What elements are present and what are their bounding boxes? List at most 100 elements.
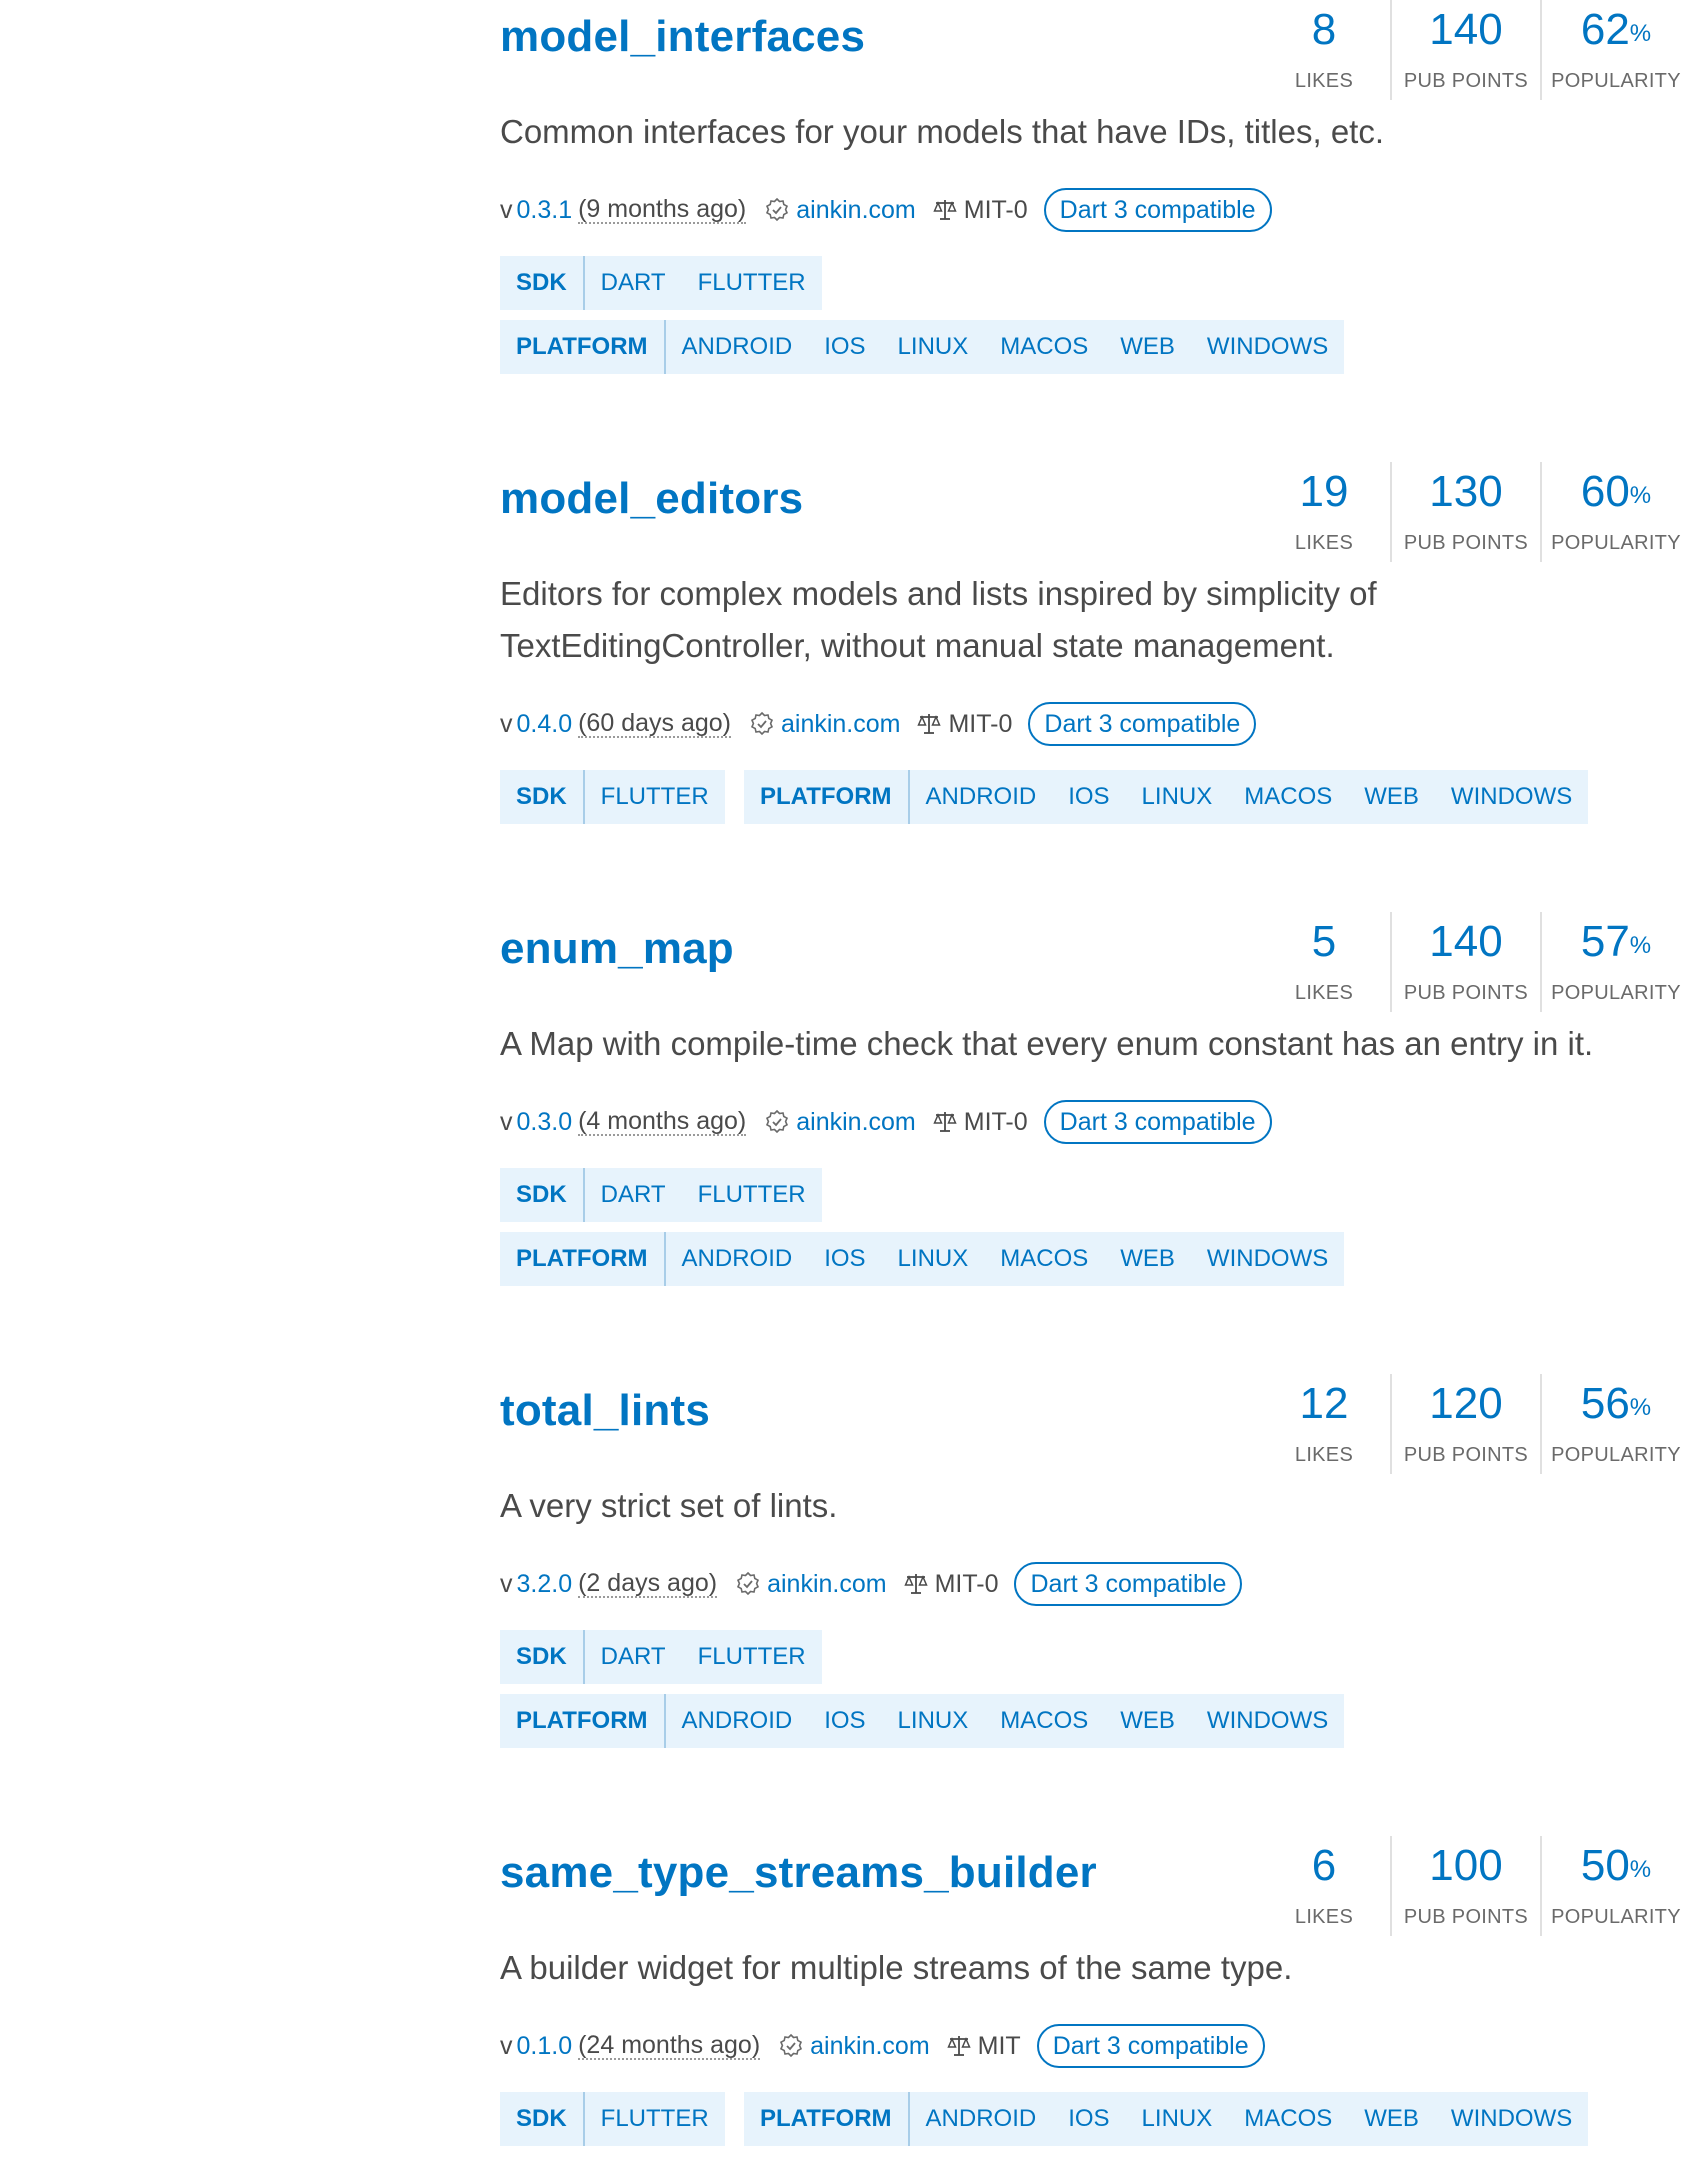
platform-tag-web[interactable]: WEB	[1348, 2092, 1435, 2146]
platform-tag-windows[interactable]: WINDOWS	[1191, 1232, 1344, 1286]
platform-tag-macos[interactable]: MACOS	[1228, 2092, 1348, 2146]
publisher-link[interactable]: ainkin.com	[810, 2032, 930, 2061]
pub-points-metric[interactable]: 130 PUB POINTS	[1390, 462, 1540, 562]
sdk-tag-row: SDK DART FLUTTER	[500, 1168, 822, 1222]
pub-points-label: PUB POINTS	[1403, 1906, 1529, 1928]
version-link[interactable]: 0.3.0	[517, 1108, 573, 1137]
platform-tag-linux[interactable]: LINUX	[882, 1232, 985, 1286]
platform-tag-linux[interactable]: LINUX	[1126, 770, 1229, 824]
likes-metric[interactable]: 12 LIKES	[1260, 1374, 1388, 1474]
package-title-link[interactable]: enum_map	[500, 924, 734, 974]
publisher-link[interactable]: ainkin.com	[781, 710, 901, 739]
platform-tag-macos[interactable]: MACOS	[984, 1694, 1104, 1748]
dart3-compatible-badge[interactable]: Dart 3 compatible	[1043, 1100, 1272, 1144]
dart3-compatible-badge[interactable]: Dart 3 compatible	[1036, 2024, 1265, 2068]
pub-points-metric[interactable]: 140 PUB POINTS	[1390, 0, 1540, 100]
platform-tag-web[interactable]: WEB	[1104, 1694, 1191, 1748]
sdk-tag-label[interactable]: SDK	[500, 770, 585, 824]
version-link[interactable]: 0.3.1	[517, 196, 573, 225]
dart3-compatible-badge[interactable]: Dart 3 compatible	[1014, 1562, 1243, 1606]
sdk-tag-dart[interactable]: DART	[585, 256, 682, 310]
popularity-label: POPULARITY	[1551, 532, 1681, 554]
platform-tag-label[interactable]: PLATFORM	[744, 770, 910, 824]
publisher-link[interactable]: ainkin.com	[796, 1108, 916, 1137]
sdk-tag-label[interactable]: SDK	[500, 1630, 585, 1684]
platform-tag-web[interactable]: WEB	[1104, 1232, 1191, 1286]
sdk-tag-dart[interactable]: DART	[585, 1630, 682, 1684]
likes-metric[interactable]: 8 LIKES	[1260, 0, 1388, 100]
package-title-link[interactable]: same_type_streams_builder	[500, 1848, 1097, 1898]
version-link[interactable]: 0.1.0	[517, 2032, 573, 2061]
platform-tag-row: PLATFORM ANDROID IOS LINUX MACOS WEB WINDOWS	[744, 770, 1589, 824]
platform-tag-android[interactable]: ANDROID	[910, 770, 1053, 824]
platform-tag-ios[interactable]: IOS	[1052, 770, 1125, 824]
pub-points-number: 100	[1429, 1841, 1503, 1890]
platform-tag-macos[interactable]: MACOS	[984, 1232, 1104, 1286]
sdk-tag-dart[interactable]: DART	[585, 1168, 682, 1222]
platform-tag-ios[interactable]: IOS	[808, 1232, 881, 1286]
pub-points-metric[interactable]: 120 PUB POINTS	[1390, 1374, 1540, 1474]
platform-tag-linux[interactable]: LINUX	[882, 320, 985, 374]
popularity-metric[interactable]: 60% POPULARITY	[1540, 462, 1688, 562]
sdk-tag-flutter[interactable]: FLUTTER	[682, 256, 822, 310]
likes-metric[interactable]: 6 LIKES	[1260, 1836, 1388, 1936]
popularity-metric[interactable]: 57% POPULARITY	[1540, 912, 1688, 1012]
platform-tag-macos[interactable]: MACOS	[1228, 770, 1348, 824]
sdk-tag-flutter[interactable]: FLUTTER	[682, 1168, 822, 1222]
package-meta: v 3.2.0 (2 days ago) ainkin.com MIT-0 Dart 3 …	[500, 1560, 1243, 1608]
publisher-link[interactable]: ainkin.com	[767, 1570, 887, 1599]
platform-tag-android[interactable]: ANDROID	[910, 2092, 1053, 2146]
license-text: MIT	[977, 2031, 1021, 2060]
platform-tag-android[interactable]: ANDROID	[666, 1694, 809, 1748]
sdk-tag-label[interactable]: SDK	[500, 256, 585, 310]
sdk-tag-label[interactable]: SDK	[500, 2092, 585, 2146]
platform-tag-linux[interactable]: LINUX	[882, 1694, 985, 1748]
platform-tag-ios[interactable]: IOS	[1052, 2092, 1125, 2146]
platform-tag-windows[interactable]: WINDOWS	[1435, 2092, 1588, 2146]
popularity-metric[interactable]: 50% POPULARITY	[1540, 1836, 1688, 1936]
platform-tag-linux[interactable]: LINUX	[1126, 2092, 1229, 2146]
popularity-metric[interactable]: 56% POPULARITY	[1540, 1374, 1688, 1474]
package-title-link[interactable]: total_lints	[500, 1386, 710, 1436]
popularity-number: 57	[1580, 917, 1630, 966]
pub-points-value: 120	[1392, 1378, 1540, 1430]
platform-tag-android[interactable]: ANDROID	[666, 320, 809, 374]
platform-tag-windows[interactable]: WINDOWS	[1435, 770, 1588, 824]
sdk-tag-label[interactable]: SDK	[500, 1168, 585, 1222]
platform-tag-windows[interactable]: WINDOWS	[1191, 320, 1344, 374]
likes-number: 12	[1299, 1379, 1349, 1428]
percent-sign: %	[1629, 482, 1652, 509]
license-text: MIT-0	[963, 1107, 1028, 1136]
platform-tag-windows[interactable]: WINDOWS	[1191, 1694, 1344, 1748]
pub-points-metric[interactable]: 140 PUB POINTS	[1390, 912, 1540, 1012]
pub-points-metric[interactable]: 100 PUB POINTS	[1390, 1836, 1540, 1936]
platform-tag-android[interactable]: ANDROID	[666, 1232, 809, 1286]
version-link[interactable]: 0.4.0	[517, 710, 573, 739]
version-link[interactable]: 3.2.0	[517, 1570, 573, 1599]
sdk-tag-flutter[interactable]: FLUTTER	[585, 2092, 725, 2146]
likes-metric[interactable]: 5 LIKES	[1260, 912, 1388, 1012]
publisher-link[interactable]: ainkin.com	[796, 196, 916, 225]
platform-tag-label[interactable]: PLATFORM	[744, 2092, 910, 2146]
platform-tag-ios[interactable]: IOS	[808, 1694, 881, 1748]
popularity-value: 62%	[1542, 4, 1688, 56]
platform-tag-label[interactable]: PLATFORM	[500, 320, 666, 374]
likes-metric[interactable]: 19 LIKES	[1260, 462, 1388, 562]
package-card: enum_map 5 LIKES 140 PUB POINTS 57% POPULARITY…	[500, 912, 1688, 1286]
platform-tag-label[interactable]: PLATFORM	[500, 1694, 666, 1748]
platform-tag-ios[interactable]: IOS	[808, 320, 881, 374]
dart3-compatible-badge[interactable]: Dart 3 compatible	[1028, 702, 1257, 746]
platform-tag-macos[interactable]: MACOS	[984, 320, 1104, 374]
package-title-link[interactable]: model_editors	[500, 474, 803, 524]
sdk-tag-flutter[interactable]: FLUTTER	[585, 770, 725, 824]
dart3-compatible-badge[interactable]: Dart 3 compatible	[1043, 188, 1272, 232]
popularity-metric[interactable]: 62% POPULARITY	[1540, 0, 1688, 100]
platform-tag-label[interactable]: PLATFORM	[500, 1232, 666, 1286]
license-scale-icon	[932, 1109, 958, 1135]
likes-number: 8	[1311, 5, 1337, 54]
platform-tag-web[interactable]: WEB	[1104, 320, 1191, 374]
platform-tag-web[interactable]: WEB	[1348, 770, 1435, 824]
package-title-link[interactable]: model_interfaces	[500, 12, 865, 62]
sdk-tag-flutter[interactable]: FLUTTER	[682, 1630, 822, 1684]
package-card: same_type_streams_builder 6 LIKES 100 PUB PO…	[500, 1836, 1688, 2146]
